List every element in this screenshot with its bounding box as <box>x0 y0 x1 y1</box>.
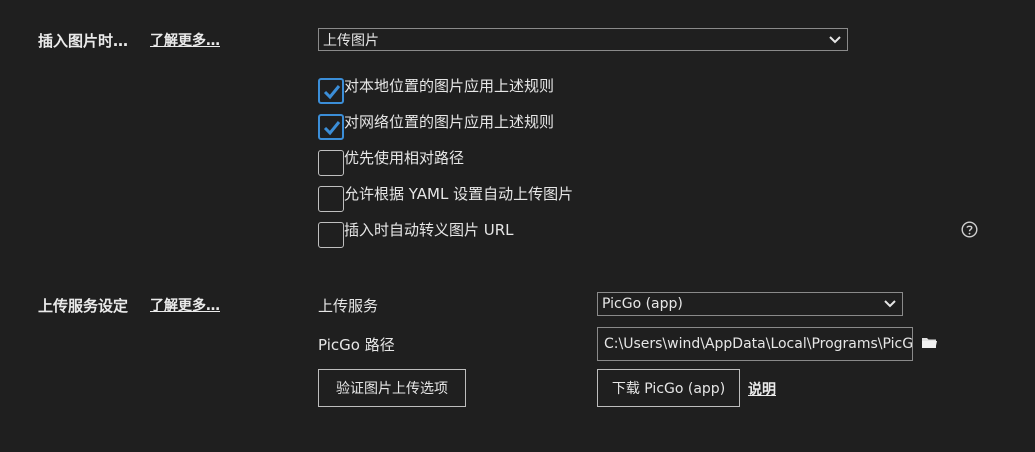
option-label: 插入时自动转义图片 URL <box>344 221 514 239</box>
checkmark-icon <box>323 85 341 100</box>
question-circle-icon[interactable] <box>961 221 978 238</box>
chevron-down-icon <box>829 35 841 43</box>
checkbox-escape-url[interactable] <box>318 222 344 248</box>
upload-service-learn-more-link[interactable]: 了解更多… <box>150 295 220 315</box>
upload-service-value: PicGo (app) <box>602 296 683 312</box>
option-label: 优先使用相对路径 <box>344 149 465 167</box>
option-label: 对网络位置的图片应用上述规则 <box>344 113 555 131</box>
insert-image-title: 插入图片时… <box>38 32 129 50</box>
picgo-path-label: PicGo 路径 <box>318 336 395 354</box>
upload-service-select[interactable]: PicGo (app) <box>597 292 903 316</box>
chevron-down-icon <box>884 300 896 308</box>
option-label: 允许根据 YAML 设置自动上传图片 <box>344 185 574 203</box>
insert-image-action-select[interactable]: 上传图片 <box>318 28 848 51</box>
option-yaml-auto-upload[interactable]: 允许根据 YAML 设置自动上传图片 <box>318 186 573 212</box>
checkbox-local-images[interactable] <box>318 78 344 104</box>
insert-image-action-value: 上传图片 <box>323 32 379 49</box>
picgo-path-input[interactable]: C:\Users\wind\AppData\Local\Programs\Pic… <box>597 327 913 361</box>
download-picgo-button[interactable]: 下载 PicGo (app) <box>597 369 740 407</box>
upload-service-label: 上传服务 <box>318 297 379 315</box>
folder-icon[interactable] <box>921 336 938 349</box>
verify-upload-button[interactable]: 验证图片上传选项 <box>318 369 466 407</box>
upload-service-title: 上传服务设定 <box>38 297 129 315</box>
checkbox-relative-path[interactable] <box>318 150 344 176</box>
option-local-images[interactable]: 对本地位置的图片应用上述规则 <box>318 78 554 104</box>
option-network-images[interactable]: 对网络位置的图片应用上述规则 <box>318 114 554 140</box>
checkmark-icon <box>323 121 341 136</box>
picgo-path-value: C:\Users\wind\AppData\Local\Programs\Pic… <box>604 336 913 352</box>
option-label: 对本地位置的图片应用上述规则 <box>344 77 555 95</box>
option-escape-url[interactable]: 插入时自动转义图片 URL <box>318 222 514 248</box>
option-relative-path[interactable]: 优先使用相对路径 <box>318 150 464 176</box>
insert-image-learn-more-link[interactable]: 了解更多… <box>150 30 220 50</box>
explain-link[interactable]: 说明 <box>748 379 776 399</box>
checkbox-network-images[interactable] <box>318 114 344 140</box>
checkbox-yaml-auto-upload[interactable] <box>318 186 344 212</box>
